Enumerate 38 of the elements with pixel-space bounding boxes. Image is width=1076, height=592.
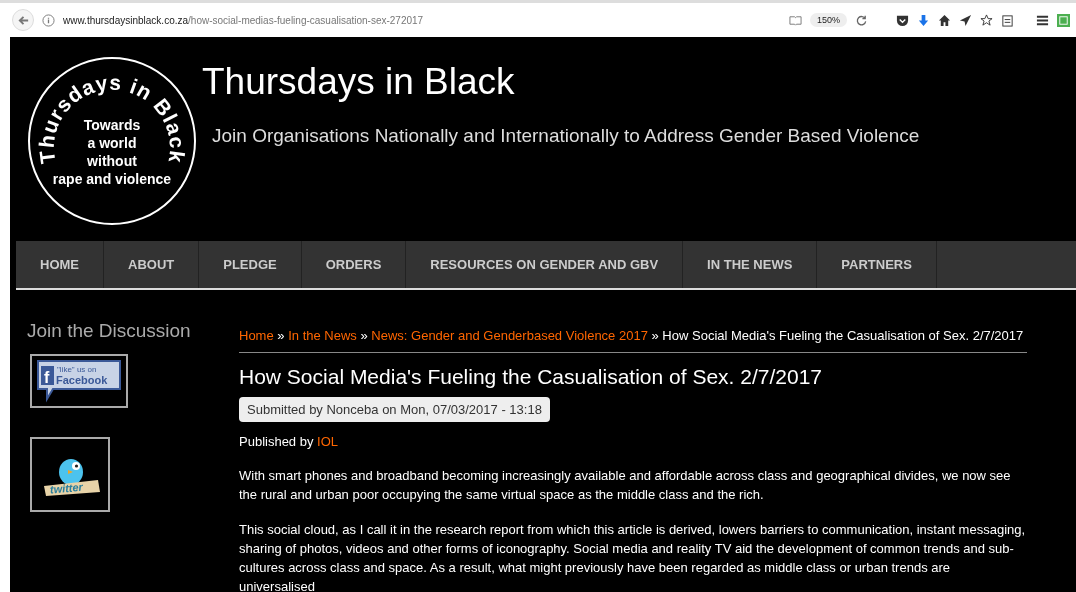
published-by: Published by IOL xyxy=(239,433,340,451)
nav-link[interactable]: ORDERS xyxy=(301,241,407,288)
reader-view-icon[interactable] xyxy=(788,13,802,27)
nav-link[interactable]: PLEDGE xyxy=(199,241,302,288)
breadcrumb-link[interactable]: News: Gender and Genderbased Violence 2017 xyxy=(371,328,648,343)
breadcrumb-separator: » xyxy=(651,328,659,343)
zoom-button[interactable]: 150% xyxy=(809,13,847,27)
reload-icon[interactable] xyxy=(855,13,868,27)
publisher-link[interactable]: IOL xyxy=(317,434,339,449)
nav-link[interactable]: HOME xyxy=(16,241,104,288)
breadcrumb-link[interactable]: Home xyxy=(239,328,274,343)
nav-link[interactable]: PARTNERS xyxy=(817,241,937,288)
breadcrumb-current: How Social Media's Fueling the Casualisation of Sex. 2/7/2017 xyxy=(662,328,1024,343)
submitted-info: Submitted by Nonceba on Mon, 07/03/2017 - 13:18 xyxy=(239,397,550,422)
home-icon[interactable] xyxy=(938,13,951,27)
article-paragraph: With smart phones and broadband becoming increasingly available and affordable across class and geographical divides, we now see the rural and urban poor occupying the same virtual space as the middle class and the rich. xyxy=(239,467,1012,504)
download-icon[interactable] xyxy=(917,13,930,27)
send-icon[interactable] xyxy=(959,13,972,27)
sidebar-heading: Join the Discussion xyxy=(27,320,192,342)
breadcrumb-separator: » xyxy=(360,328,368,343)
back-button[interactable] xyxy=(12,9,34,31)
site-title: Thursdays in Black xyxy=(202,61,516,103)
article-title: How Social Media's Fueling the Casualisation of Sex. 2/7/2017 xyxy=(239,365,823,389)
pocket-icon[interactable] xyxy=(896,13,909,27)
breadcrumb-link[interactable]: In the News xyxy=(288,328,357,343)
nav-link[interactable]: IN THE NEWS xyxy=(683,241,818,288)
clipboard-icon[interactable] xyxy=(1001,13,1014,27)
star-icon[interactable] xyxy=(980,13,993,27)
nav-link[interactable]: ABOUT xyxy=(104,241,200,288)
extension-icon[interactable] xyxy=(1057,13,1070,27)
menu-icon[interactable] xyxy=(1036,13,1049,27)
article-paragraph: This social cloud, as I call it in the research report from which this article is derived, lowers barriers to communication, instant messaging, sharing of photos, videos and other forms of iconography. Social media and reality TV aid the development of common trends and sub-cultures across class and space. As a result, what might previously have been regarded as middle class or urban trends are universalised xyxy=(239,521,1027,592)
nav-link[interactable]: RESOURCES ON GENDER AND GBV xyxy=(406,241,684,288)
address-field[interactable]: www.thursdaysinblack.co.za/how-social-medias-fueling-casualisation-sex-272017 xyxy=(63,14,781,26)
twitter-bird-drawing: twitter xyxy=(38,449,102,500)
site-subtitle: Join Organisations Nationally and Internationally to Address Gender Based Violence xyxy=(212,125,920,147)
arrow-left-icon xyxy=(16,13,30,27)
breadcrumb-separator: » xyxy=(277,328,285,343)
